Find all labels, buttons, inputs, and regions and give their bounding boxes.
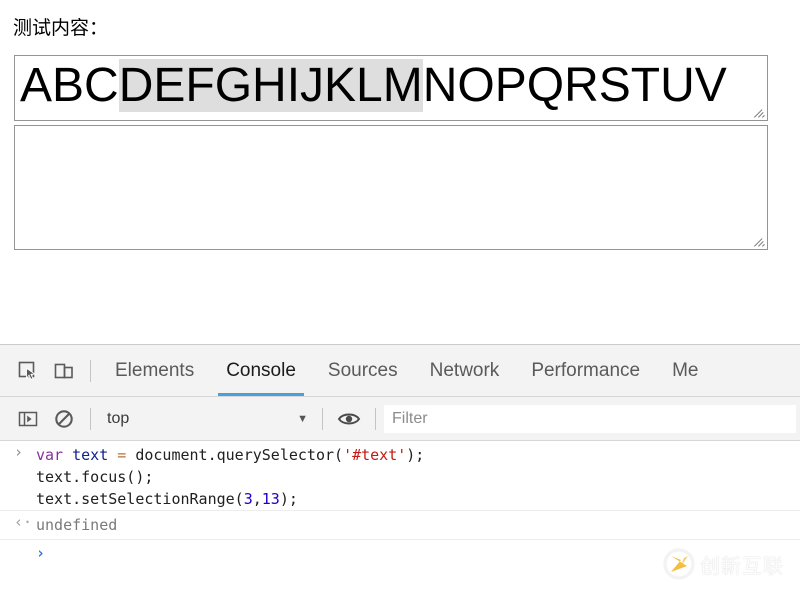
console-input-entry[interactable]: › var text = document.querySelector('#te… xyxy=(0,441,800,510)
code-token: 13 xyxy=(261,490,280,508)
console-output-area[interactable]: › var text = document.querySelector('#te… xyxy=(0,441,800,592)
code-token: '#text' xyxy=(343,446,407,464)
tab-performance[interactable]: Performance xyxy=(515,345,656,396)
tab-console-label: Console xyxy=(226,359,296,381)
console-code-line: text.focus(); xyxy=(36,466,800,488)
console-context-value: top xyxy=(107,409,130,427)
text-input-primary[interactable]: ABCDEFGHIJKLMNOPQRSTUV xyxy=(14,55,768,121)
filterbar-divider-3 xyxy=(375,407,376,430)
tab-elements[interactable]: Elements xyxy=(99,345,210,396)
console-prompt-chevron-icon: › xyxy=(36,544,46,562)
tab-console[interactable]: Console xyxy=(210,345,312,396)
text-before-selection: ABC xyxy=(20,59,119,112)
console-filter-toolbar: top ▼ xyxy=(0,397,800,441)
code-token: , xyxy=(252,490,262,508)
toolbar-divider xyxy=(90,359,91,382)
code-token: = xyxy=(117,446,127,464)
web-page-area: 测试内容： ABCDEFGHIJKLMNOPQRSTUV xyxy=(0,0,800,344)
console-sidebar-icon[interactable] xyxy=(10,401,46,437)
resize-handle-secondary[interactable] xyxy=(752,234,766,248)
tab-network-label: Network xyxy=(429,359,500,381)
tab-sources[interactable]: Sources xyxy=(312,345,414,396)
tab-performance-label: Performance xyxy=(531,359,641,381)
filterbar-divider-1 xyxy=(90,407,91,430)
code-token: document.querySelector( xyxy=(126,446,344,464)
clear-console-icon[interactable] xyxy=(46,401,82,437)
console-prompt-row[interactable]: › xyxy=(0,540,800,566)
filterbar-divider-2 xyxy=(322,407,323,430)
live-expression-eye-icon[interactable] xyxy=(331,401,367,437)
devtools-panel: Elements Console Sources Network Perform… xyxy=(0,344,800,592)
tab-elements-label: Elements xyxy=(115,359,195,381)
textarea-primary-content: ABCDEFGHIJKLMNOPQRSTUV xyxy=(20,56,727,119)
resize-handle-primary[interactable] xyxy=(752,105,766,119)
code-token: text.setSelectionRange( xyxy=(36,490,244,508)
chevron-down-icon: ▼ xyxy=(297,412,308,425)
code-token: var xyxy=(36,446,64,464)
field-label: 测试内容： xyxy=(13,18,109,39)
code-token: 3 xyxy=(243,490,253,508)
tab-network[interactable]: Network xyxy=(414,345,516,396)
inspect-element-icon[interactable] xyxy=(10,353,46,389)
code-token: ); xyxy=(406,446,425,464)
console-result-value: undefined xyxy=(36,516,118,534)
tab-memory-label: Me xyxy=(672,359,699,381)
devtools-tabbar: Elements Console Sources Network Perform… xyxy=(0,345,800,397)
console-code-line: text.setSelectionRange(3,13); xyxy=(36,488,800,510)
console-output-chevron-icon: ‹· xyxy=(14,513,33,531)
filter-input[interactable] xyxy=(384,404,796,433)
tab-memory[interactable]: Me xyxy=(656,345,714,396)
console-result-entry: ‹· undefined xyxy=(0,510,800,540)
code-token: text.focus(); xyxy=(36,468,154,486)
console-context-selector[interactable]: top ▼ xyxy=(99,404,314,434)
console-code-line: var text = document.querySelector('#text… xyxy=(36,444,800,466)
code-token: ); xyxy=(279,490,298,508)
text-after-selection: NOPQRSTUV xyxy=(422,59,727,112)
device-toolbar-icon[interactable] xyxy=(46,353,82,389)
console-input-code: var text = document.querySelector('#text… xyxy=(36,444,800,510)
text-selected-range: DEFGHIJKLM xyxy=(118,59,423,112)
text-input-secondary[interactable] xyxy=(14,125,768,250)
tab-sources-label: Sources xyxy=(327,359,398,381)
code-token: text xyxy=(72,446,109,464)
console-input-chevron-icon: › xyxy=(14,443,24,461)
